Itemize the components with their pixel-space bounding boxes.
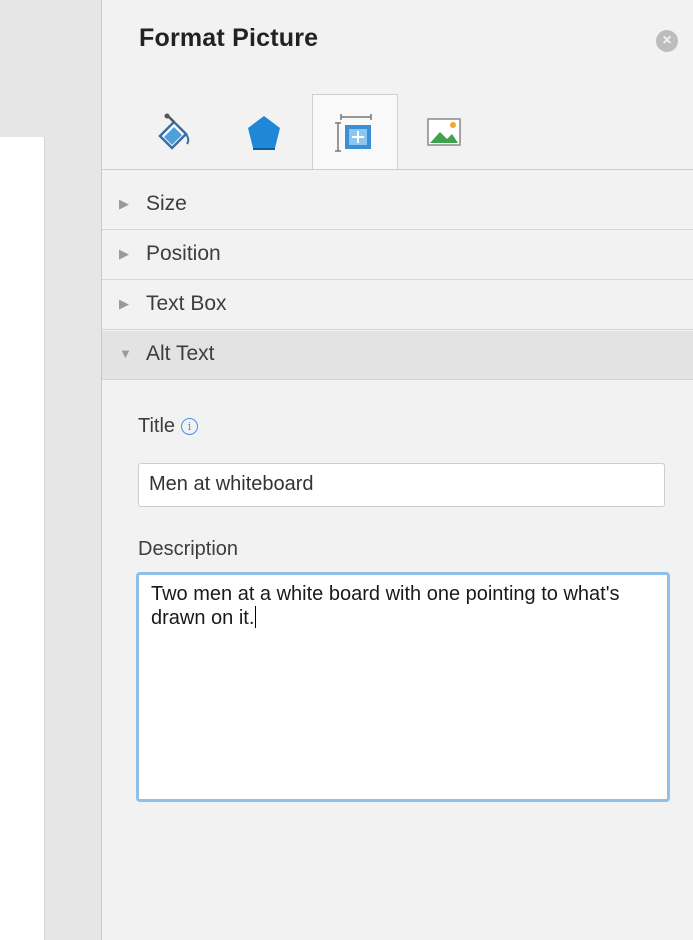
tab-size-properties[interactable]	[312, 94, 398, 170]
document-page[interactable]	[0, 137, 45, 940]
tab-picture[interactable]	[402, 94, 488, 170]
title-label: Title i	[138, 415, 199, 438]
picture-icon	[427, 118, 461, 146]
section-position[interactable]: ▶ Position	[102, 231, 693, 280]
section-text-box[interactable]: ▶ Text Box	[102, 281, 693, 330]
section-label: Size	[146, 192, 187, 215]
description-text: Two men at a white board with one pointi…	[151, 583, 620, 629]
document-area	[0, 0, 101, 940]
info-icon[interactable]: i	[181, 418, 199, 435]
format-picture-pane: Format Picture × ▶ Size ▶ Position ▶ Tex…	[102, 0, 693, 940]
close-icon[interactable]: ×	[656, 30, 678, 52]
description-textarea[interactable]: Two men at a white board with one pointi…	[136, 572, 670, 802]
collapsed-arrow-icon: ▶	[119, 246, 129, 261]
tab-fill-line[interactable]	[132, 94, 218, 170]
pentagon-icon	[248, 116, 280, 150]
section-alt-text[interactable]: ▼ Alt Text	[102, 331, 693, 380]
collapsed-arrow-icon: ▶	[119, 296, 129, 311]
collapsed-arrow-icon: ▶	[119, 196, 129, 211]
tab-effects[interactable]	[222, 94, 308, 170]
section-label: Position	[146, 242, 221, 265]
pane-title: Format Picture	[139, 24, 319, 52]
size-properties-icon	[335, 114, 372, 152]
description-label: Description	[138, 538, 239, 560]
expanded-arrow-icon: ▼	[119, 346, 132, 361]
tab-divider	[102, 169, 693, 170]
tab-row	[102, 94, 693, 170]
section-label: Text Box	[146, 292, 227, 315]
title-label-text: Title	[138, 415, 176, 437]
title-input[interactable]: Men at whiteboard	[138, 463, 665, 507]
section-label: Alt Text	[146, 342, 215, 365]
app-window: Format Picture × ▶ Size ▶ Position ▶ Tex…	[0, 0, 693, 940]
section-size[interactable]: ▶ Size	[102, 181, 693, 230]
paint-bucket-icon	[158, 113, 190, 150]
text-caret	[255, 606, 257, 628]
